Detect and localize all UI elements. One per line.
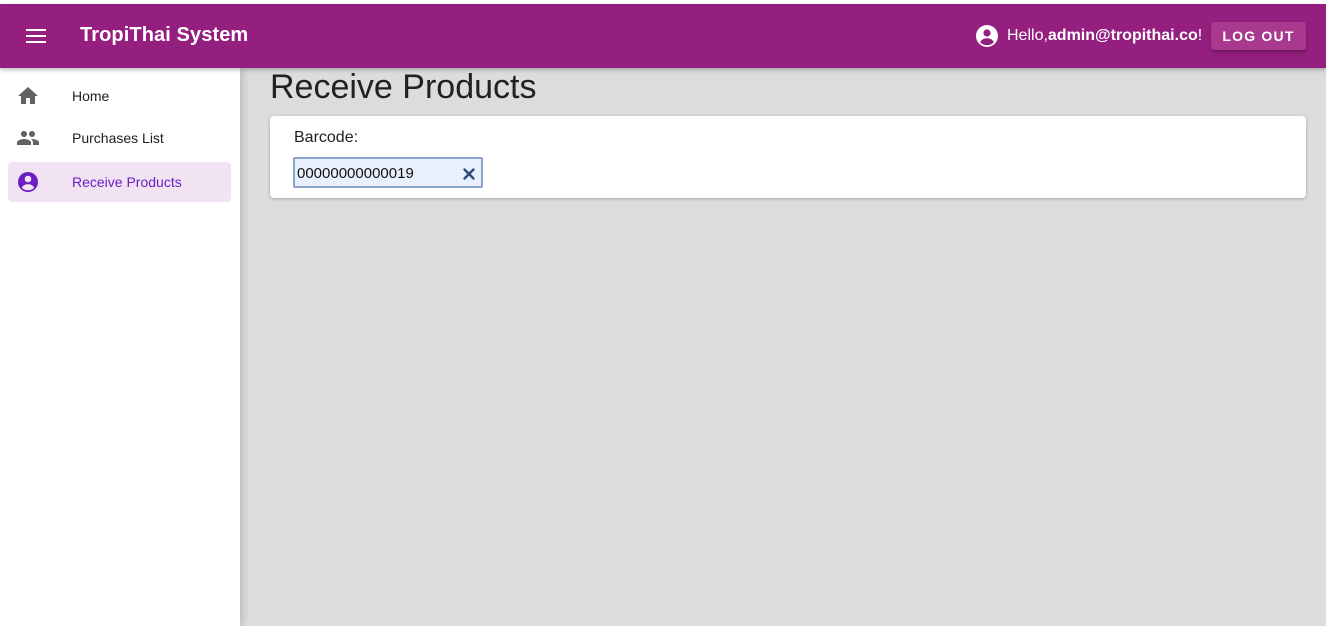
sidebar-item-label: Home	[72, 88, 110, 104]
barcode-input[interactable]	[297, 162, 457, 184]
menu-icon	[26, 29, 46, 43]
greeting-prefix: Hello,	[1007, 27, 1048, 44]
app-bar: TropiThai System Hello, admin@tropithai.…	[0, 4, 1326, 68]
sidebar-item-label: Purchases List	[72, 130, 164, 146]
page-title: Receive Products	[270, 68, 537, 106]
account-circle-icon	[18, 172, 38, 192]
people-icon	[17, 131, 39, 145]
account-circle-icon	[976, 25, 998, 47]
barcode-field	[293, 157, 483, 188]
logout-button[interactable]: LOG OUT	[1211, 22, 1306, 50]
user-greeting: Hello, admin@tropithai.co !	[975, 24, 1202, 48]
barcode-card: Barcode:	[270, 116, 1306, 198]
main-content: Receive Products Barcode:	[240, 68, 1326, 626]
sidebar-item-label: Receive Products	[72, 174, 182, 190]
barcode-label: Barcode:	[294, 129, 359, 146]
user-email: admin@tropithai.co	[1047, 27, 1198, 44]
app-title: TropiThai System	[80, 24, 249, 46]
sidebar-item-home[interactable]: Home	[8, 76, 231, 116]
home-icon	[18, 87, 38, 104]
sidebar: Home Purchases List Receive Products	[0, 68, 240, 626]
clear-icon[interactable]	[461, 166, 477, 182]
sidebar-item-purchases-list[interactable]: Purchases List	[8, 118, 231, 158]
greeting-suffix: !	[1197, 27, 1203, 44]
menu-button[interactable]	[18, 20, 54, 52]
sidebar-item-receive-products[interactable]: Receive Products	[8, 162, 231, 202]
